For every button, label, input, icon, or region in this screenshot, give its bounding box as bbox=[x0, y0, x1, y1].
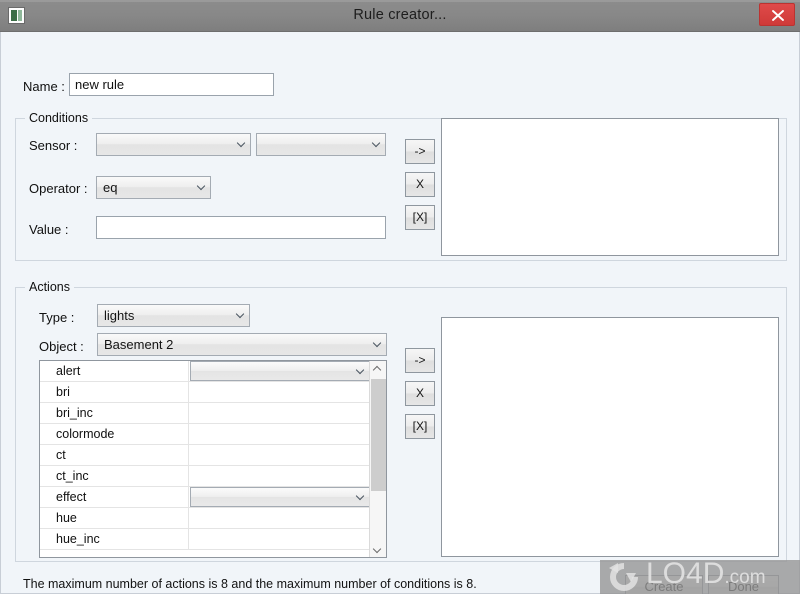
operator-label: Operator : bbox=[29, 181, 88, 196]
chevron-down-icon bbox=[373, 342, 380, 344]
close-button[interactable] bbox=[759, 3, 795, 26]
property-value-dropdown[interactable] bbox=[190, 361, 370, 381]
chevron-down-icon bbox=[372, 142, 379, 144]
table-row[interactable]: bri_inc bbox=[40, 403, 370, 424]
done-button[interactable]: Done bbox=[708, 575, 779, 594]
title-bar: Rule creator... bbox=[0, 0, 800, 32]
property-value-cell[interactable] bbox=[190, 445, 370, 465]
chevron-down-icon bbox=[356, 495, 363, 497]
add-action-button[interactable]: -> bbox=[405, 348, 435, 373]
chevron-down-icon bbox=[236, 313, 243, 315]
actions-list[interactable] bbox=[441, 317, 779, 557]
property-value-cell[interactable] bbox=[190, 529, 370, 549]
rule-creator-window: Rule creator... Name : Conditions Sensor… bbox=[0, 0, 800, 594]
chevron-up-icon bbox=[374, 367, 381, 372]
type-dropdown[interactable]: lights bbox=[97, 304, 250, 327]
action-properties-table[interactable]: alert bri bri_inc colormode ct ct_inc effect hu… bbox=[39, 360, 387, 558]
close-icon bbox=[772, 10, 784, 21]
property-name-cell: colormode bbox=[40, 424, 189, 444]
properties-scrollbar[interactable] bbox=[369, 361, 386, 557]
footer-line-1: The maximum number of actions is 8 and t… bbox=[23, 577, 477, 591]
table-row[interactable]: hue bbox=[40, 508, 370, 529]
conditions-group-title: Conditions bbox=[25, 111, 93, 125]
property-value-cell[interactable] bbox=[190, 508, 370, 528]
remove-action-button[interactable]: X bbox=[405, 381, 435, 406]
value-input[interactable] bbox=[96, 216, 386, 239]
property-name-cell: ct_inc bbox=[40, 466, 189, 486]
scroll-down-button[interactable] bbox=[370, 540, 386, 557]
clear-actions-button[interactable]: [X] bbox=[405, 414, 435, 439]
property-name-cell: hue_inc bbox=[40, 529, 189, 549]
action-properties-rows: alert bri bri_inc colormode ct ct_inc effect hu… bbox=[40, 361, 370, 550]
clear-conditions-button[interactable]: [X] bbox=[405, 205, 435, 230]
property-name-cell: bri_inc bbox=[40, 403, 189, 423]
actions-group-title: Actions bbox=[25, 280, 74, 294]
property-name-cell: bri bbox=[40, 382, 189, 402]
conditions-list[interactable] bbox=[441, 118, 779, 256]
type-label: Type : bbox=[39, 310, 75, 325]
table-row[interactable]: ct_inc bbox=[40, 466, 370, 487]
property-value-cell[interactable] bbox=[190, 403, 370, 423]
table-row[interactable]: hue_inc bbox=[40, 529, 370, 550]
chevron-down-icon bbox=[374, 546, 381, 551]
create-button[interactable]: Create bbox=[625, 575, 703, 594]
table-row[interactable]: ct bbox=[40, 445, 370, 466]
object-dropdown[interactable]: Basement 2 bbox=[97, 333, 387, 356]
operator-dropdown[interactable]: eq bbox=[96, 176, 211, 199]
operator-value: eq bbox=[103, 180, 118, 195]
window-client-area: Name : Conditions Sensor : Operator : eq… bbox=[0, 32, 800, 594]
name-label: Name : bbox=[23, 79, 65, 94]
property-value-cell[interactable] bbox=[190, 382, 370, 402]
title-bar-highlight bbox=[0, 0, 800, 2]
type-value: lights bbox=[104, 308, 135, 323]
scrollbar-thumb[interactable] bbox=[371, 379, 386, 491]
table-row[interactable]: effect bbox=[40, 487, 370, 508]
property-value-cell[interactable] bbox=[190, 466, 370, 486]
value-label: Value : bbox=[29, 222, 69, 237]
window-title: Rule creator... bbox=[353, 7, 447, 23]
chevron-down-icon bbox=[356, 369, 363, 371]
property-value-cell[interactable] bbox=[190, 361, 370, 381]
sensor-label: Sensor : bbox=[29, 138, 78, 153]
table-row[interactable]: colormode bbox=[40, 424, 370, 445]
chevron-down-icon bbox=[197, 185, 204, 187]
sensor-name-dropdown[interactable] bbox=[256, 133, 386, 156]
remove-condition-button[interactable]: X bbox=[405, 172, 435, 197]
object-value: Basement 2 bbox=[104, 337, 174, 352]
table-row[interactable]: bri bbox=[40, 382, 370, 403]
app-icon bbox=[8, 7, 25, 24]
table-row[interactable]: alert bbox=[40, 361, 370, 382]
property-name-cell: ct bbox=[40, 445, 189, 465]
property-value-cell[interactable] bbox=[190, 424, 370, 444]
property-name-cell: hue bbox=[40, 508, 189, 528]
sensor-type-dropdown[interactable] bbox=[96, 133, 251, 156]
property-name-cell: effect bbox=[40, 487, 189, 507]
property-value-cell[interactable] bbox=[190, 487, 370, 507]
object-label: Object : bbox=[39, 339, 84, 354]
scroll-up-button[interactable] bbox=[370, 361, 386, 378]
name-input[interactable] bbox=[69, 73, 274, 96]
property-value-dropdown[interactable] bbox=[190, 487, 370, 507]
chevron-down-icon bbox=[237, 142, 244, 144]
property-name-cell: alert bbox=[40, 361, 189, 381]
add-condition-button[interactable]: -> bbox=[405, 139, 435, 164]
